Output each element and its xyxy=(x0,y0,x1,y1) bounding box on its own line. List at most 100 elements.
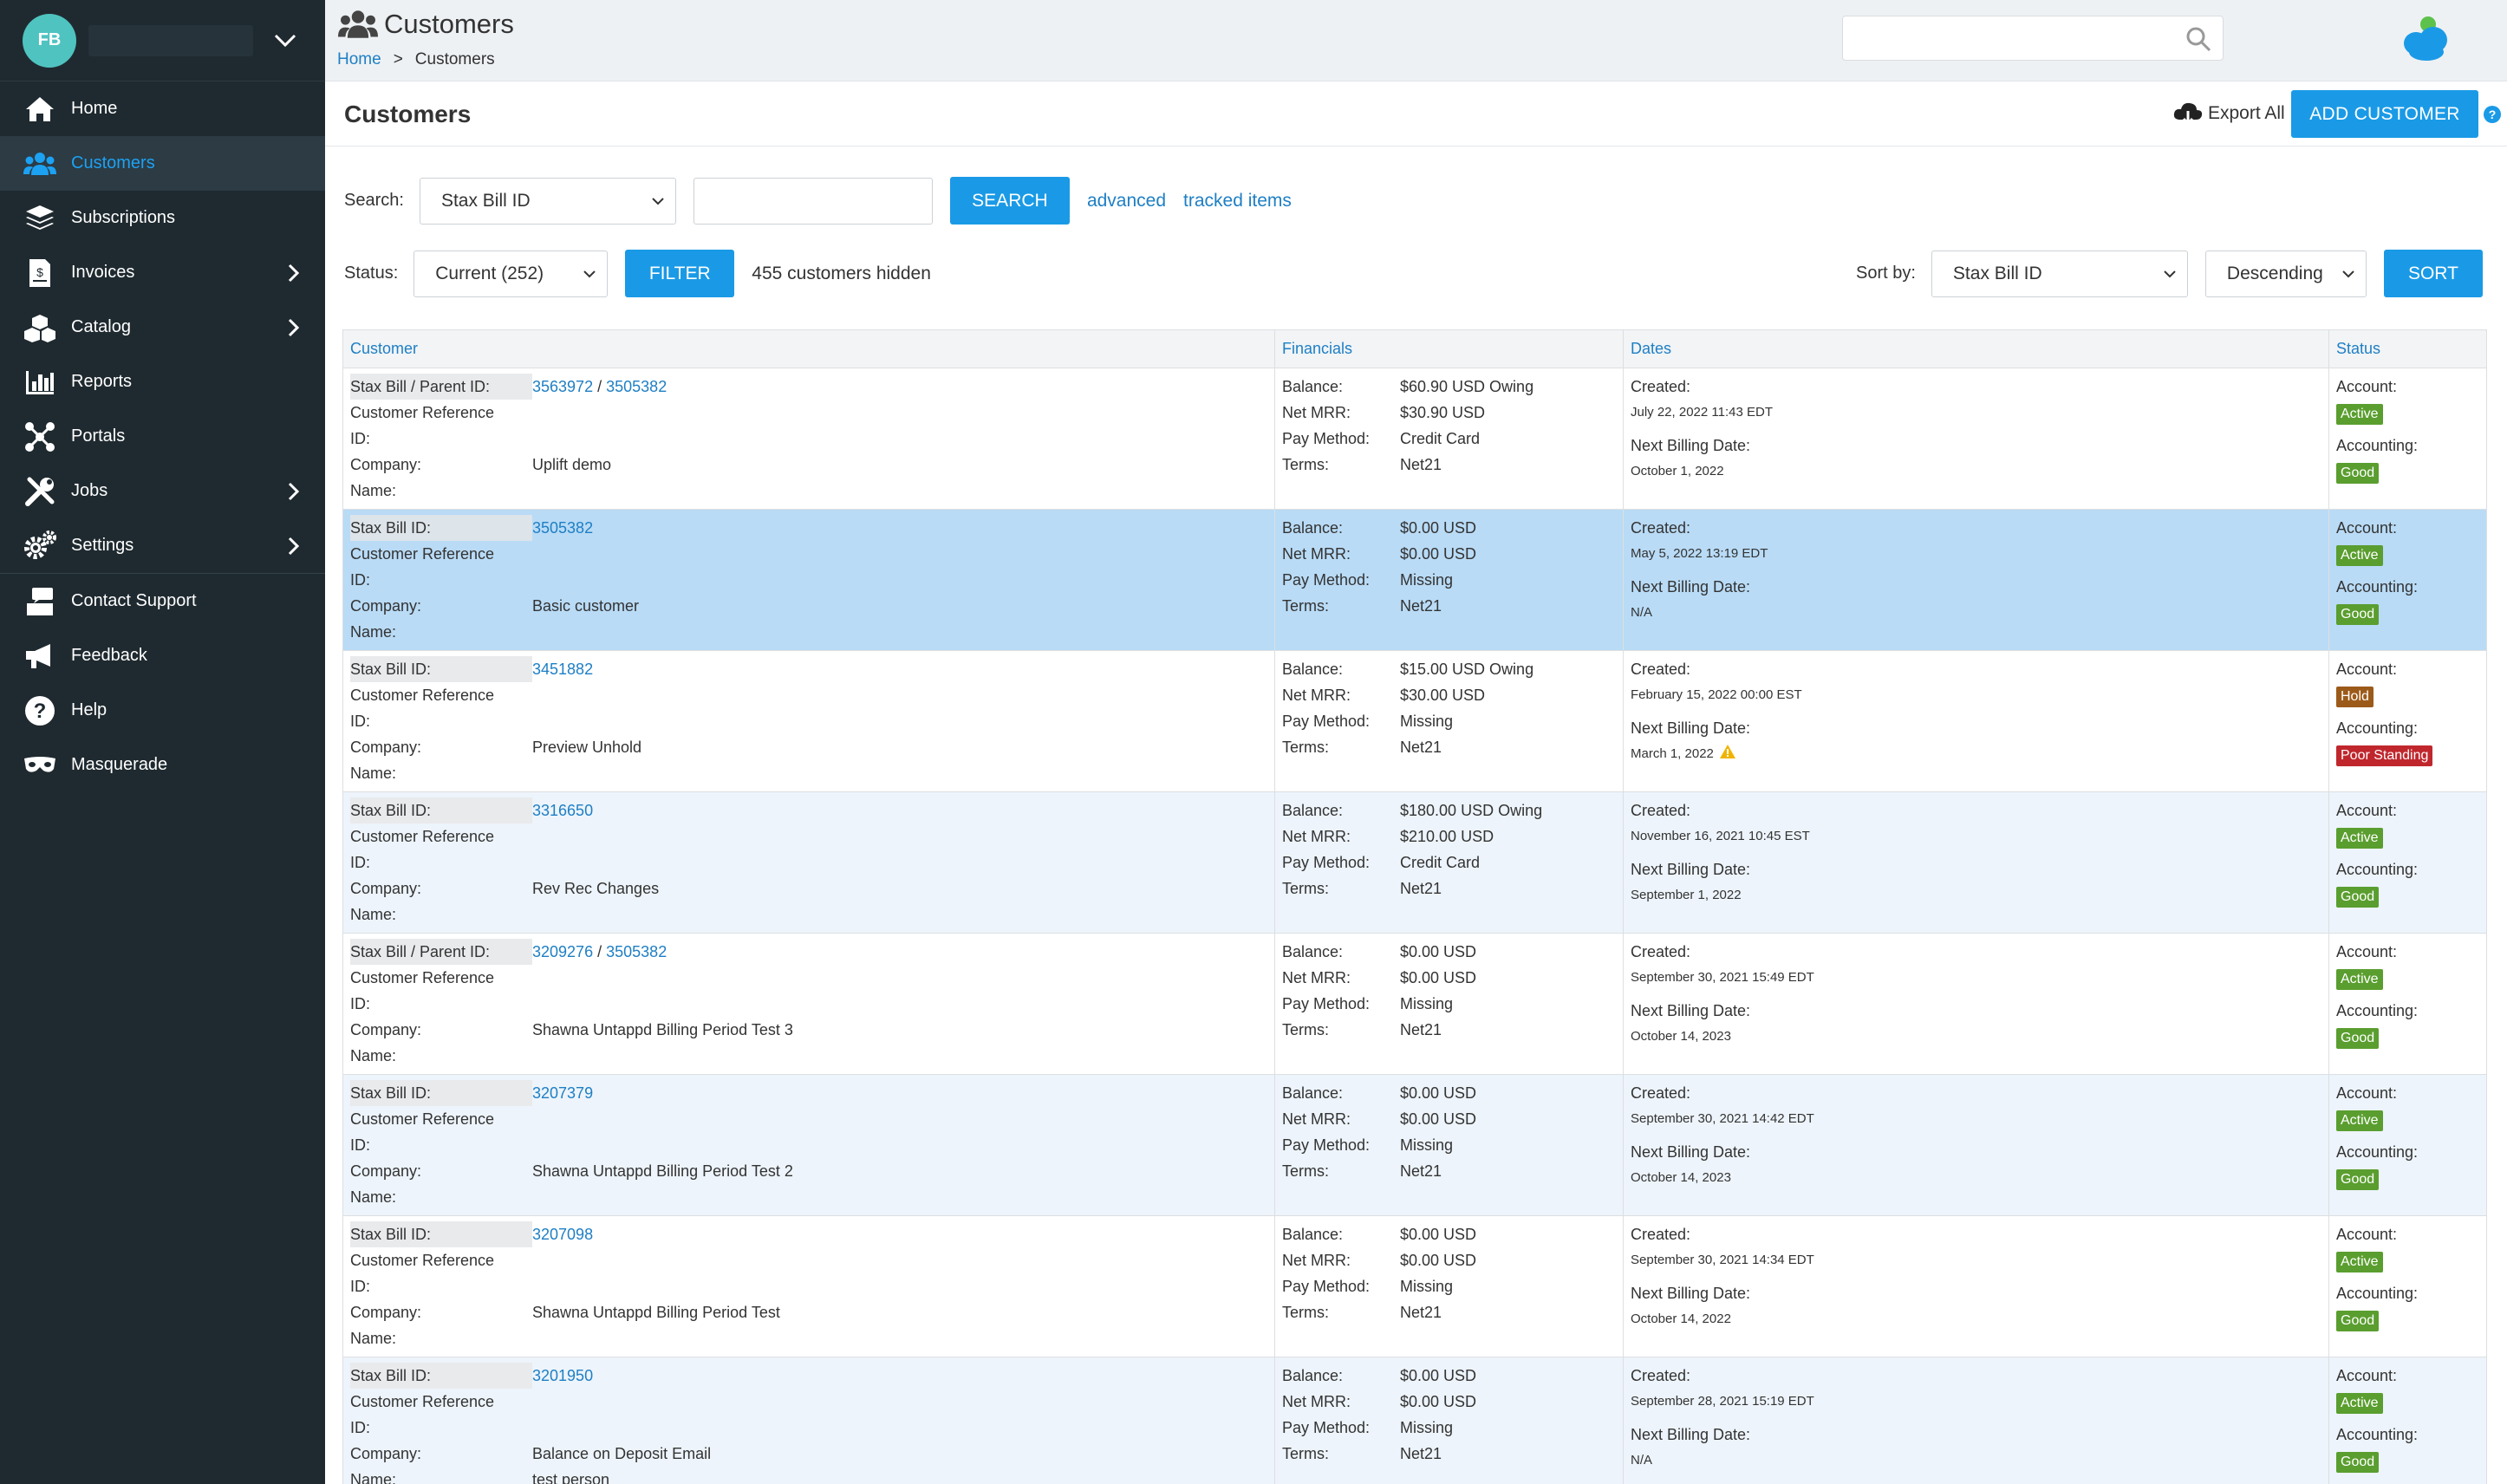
chevron-right-icon[interactable] xyxy=(282,534,306,558)
table-row[interactable]: Stax Bill ID: 3207379 Customer Reference … xyxy=(342,1074,2487,1216)
status-select[interactable]: Current (252) xyxy=(413,250,609,297)
sidebar-item-help[interactable]: ? Help xyxy=(0,683,325,738)
search-field-select[interactable]: Stax Bill ID xyxy=(419,177,676,225)
sidebar-item-feedback[interactable]: Feedback xyxy=(0,628,325,683)
company-label: Company: xyxy=(350,456,422,473)
table-row[interactable]: Stax Bill / Parent ID: 3209276 / 3505382 … xyxy=(342,933,2487,1075)
company-line: Company: Rev Rec Changes xyxy=(350,875,1267,901)
avatar[interactable]: FB xyxy=(23,13,76,68)
org-switcher[interactable]: FB xyxy=(0,0,325,81)
tracked-items-link[interactable]: tracked items xyxy=(1183,191,1292,212)
ref-line: Customer Reference xyxy=(350,1106,1267,1132)
customer-id-link[interactable]: 3201950 xyxy=(532,1367,593,1384)
sidebar-item-settings[interactable]: Settings xyxy=(0,518,325,573)
account-status-badge: Active xyxy=(2336,1252,2383,1272)
ref-label: Customer Reference xyxy=(350,404,495,421)
search-input[interactable] xyxy=(693,177,933,225)
name-line: Name: xyxy=(350,478,1267,504)
mrr-value: $0.00 USD xyxy=(1400,1252,1477,1269)
name-value: test person xyxy=(532,1471,610,1484)
balance-label: Balance: xyxy=(1282,1367,1344,1384)
sidebar-item-subscriptions[interactable]: Subscriptions xyxy=(0,191,325,245)
chevron-right-icon[interactable] xyxy=(282,479,306,504)
customer-id-link[interactable]: 3209276 xyxy=(532,943,593,960)
customer-cell: Stax Bill ID: 3316650 Customer Reference … xyxy=(342,791,1275,934)
sidebar-item-label: Jobs xyxy=(71,481,108,500)
global-search-input[interactable] xyxy=(1842,16,2224,61)
customer-id-link[interactable]: 3563972 xyxy=(532,378,593,395)
export-all-button[interactable]: Export All xyxy=(2173,101,2285,127)
customer-id-link[interactable]: 3505382 xyxy=(532,519,593,537)
pay-method-value: Credit Card xyxy=(1400,854,1481,871)
customer-id-link[interactable]: 3207098 xyxy=(532,1226,593,1243)
sort-order-select[interactable]: Descending xyxy=(2204,250,2367,297)
table-row[interactable]: Stax Bill ID: 3316650 Customer Reference … xyxy=(342,791,2487,934)
column-header-dates[interactable]: Dates xyxy=(1623,329,2329,368)
table-row[interactable]: Stax Bill ID: 3505382 Customer Reference … xyxy=(342,509,2487,651)
main-panel: Customers Export All ADD CUSTOMER ? Sear… xyxy=(325,81,2507,1484)
help-icon[interactable]: ? xyxy=(2484,106,2501,123)
mrr-value: $0.00 USD xyxy=(1400,545,1477,563)
sidebar-item-reports[interactable]: Reports xyxy=(0,355,325,409)
company-line: Company: Balance on Deposit Email xyxy=(350,1441,1267,1467)
company-value: Rev Rec Changes xyxy=(532,880,660,897)
sidebar-item-invoices[interactable]: $ Invoices xyxy=(0,245,325,300)
advanced-search-link[interactable]: advanced xyxy=(1087,191,1166,212)
sidebar-item-contact-support[interactable]: Contact Support xyxy=(0,574,325,628)
parent-id-link[interactable]: 3505382 xyxy=(606,943,667,960)
accounting-label: Accounting: xyxy=(2336,861,2419,878)
next-billing-label: Next Billing Date: xyxy=(1631,1285,1751,1302)
balance-value: $0.00 USD xyxy=(1400,1367,1477,1384)
sort-field-select[interactable]: Stax Bill ID xyxy=(1931,250,2188,297)
sidebar-item-portals[interactable]: Portals xyxy=(0,409,325,464)
name-label: Name: xyxy=(350,623,397,641)
sidebar-item-catalog[interactable]: Catalog xyxy=(0,300,325,355)
parent-id-link[interactable]: 3505382 xyxy=(606,378,667,395)
column-header-customer[interactable]: Customer xyxy=(342,329,1275,368)
terms-value: Net21 xyxy=(1400,1162,1442,1180)
accounting-label: Accounting: xyxy=(2336,719,2419,737)
sidebar-item-label: Settings xyxy=(71,536,134,555)
search-button[interactable]: SEARCH xyxy=(949,177,1070,225)
status-cell: Account: Active Accounting: Good xyxy=(2328,791,2487,934)
company-value: Balance on Deposit Email xyxy=(532,1445,712,1462)
accounting-label: Accounting: xyxy=(2336,437,2419,454)
account-label: Account: xyxy=(2336,1084,2398,1102)
sidebar-item-home[interactable]: Home xyxy=(0,81,325,136)
ref-id-label: ID: xyxy=(350,1419,371,1436)
add-customer-button[interactable]: ADD CUSTOMER xyxy=(2291,90,2478,138)
sidebar-item-customers[interactable]: Customers xyxy=(0,136,325,191)
breadcrumb-home-link[interactable]: Home xyxy=(337,50,381,68)
customer-id-link[interactable]: 3316650 xyxy=(532,802,593,819)
dates-cell: Created: May 5, 2022 13:19 EDT Next Bill… xyxy=(1623,509,2329,651)
name-line: Name: xyxy=(350,1325,1267,1351)
name-value xyxy=(532,901,1267,928)
next-billing-line: October 14, 2023 xyxy=(1631,1024,2321,1050)
table-row[interactable]: Stax Bill ID: 3201950 Customer Reference … xyxy=(342,1357,2487,1484)
sidebar-item-jobs[interactable]: Jobs xyxy=(0,464,325,518)
chevron-right-icon[interactable] xyxy=(282,316,306,340)
name-line: Name: xyxy=(350,760,1267,786)
table-row[interactable]: Stax Bill ID: 3451882 Customer Reference … xyxy=(342,650,2487,792)
sidebar-item-masquerade[interactable]: Masquerade xyxy=(0,738,325,792)
company-label: Company: xyxy=(350,1304,422,1321)
customer-id-link[interactable]: 3451882 xyxy=(532,661,593,678)
column-header-financials[interactable]: Financials xyxy=(1274,329,1624,368)
chevron-right-icon[interactable] xyxy=(282,261,306,285)
accounting-status-badge: Poor Standing xyxy=(2336,745,2433,766)
balance-value: $180.00 USD Owing xyxy=(1400,802,1543,819)
table-row[interactable]: Stax Bill ID: 3207098 Customer Reference … xyxy=(342,1215,2487,1357)
table-row[interactable]: Stax Bill / Parent ID: 3563972 / 3505382 … xyxy=(342,368,2487,510)
next-billing-value: N/A xyxy=(1631,1453,1653,1468)
sort-button[interactable]: SORT xyxy=(2383,250,2483,297)
search-icon[interactable] xyxy=(2185,25,2212,53)
dates-cell: Created: September 30, 2021 15:49 EDT Ne… xyxy=(1623,933,2329,1075)
column-header-status[interactable]: Status xyxy=(2328,329,2487,368)
name-line: Name: xyxy=(350,1043,1267,1069)
status-cell: Account: Active Accounting: Good xyxy=(2328,509,2487,651)
customer-id-link[interactable]: 3207379 xyxy=(532,1084,593,1102)
chevron-down-icon[interactable] xyxy=(268,23,303,58)
financials-cell: Balance: $0.00 USD Net MRR: $0.00 USD Pay … xyxy=(1274,1215,1624,1357)
terms-value: Net21 xyxy=(1400,1021,1442,1038)
filter-button[interactable]: FILTER xyxy=(625,250,735,297)
